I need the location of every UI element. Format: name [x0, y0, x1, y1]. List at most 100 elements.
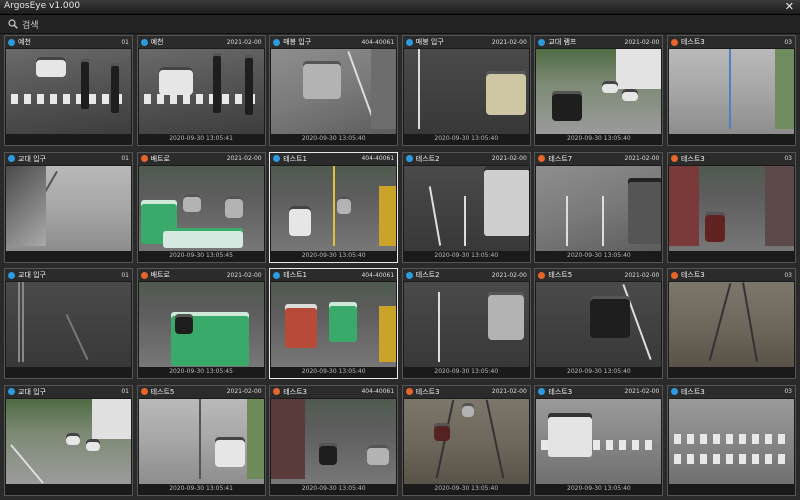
camera-timestamp: 2020-09-30 13:05:40: [567, 135, 631, 142]
camera-tile[interactable]: 테스트1 404-40061 2020-09-30 13:05:40: [269, 151, 399, 263]
camera-name: 테스트3: [548, 387, 573, 396]
camera-tile[interactable]: 테스트1 404-40061 2020-09-30 13:05:40: [269, 268, 399, 380]
camera-header: 테스트5 2021-02-00: [137, 385, 265, 398]
camera-id: 01: [121, 38, 129, 46]
camera-id: 404-40061: [361, 38, 395, 46]
camera-header: 예천 2021-02-00: [137, 36, 265, 48]
camera-timestamp: 2020-09-30 13:05:40: [567, 368, 631, 376]
search-button[interactable]: 검색: [8, 17, 39, 31]
camera-feed: [271, 49, 397, 134]
camera-id: 2021-02-00: [624, 155, 660, 163]
status-dot: [273, 38, 281, 46]
camera-name: 매봉 입구: [283, 38, 312, 46]
camera-feed: [668, 282, 794, 368]
camera-tile[interactable]: 테스트7 2021-02-00 2020-09-30 13:05:40: [534, 151, 664, 263]
camera-tile[interactable]: 테스트3 03: [666, 35, 796, 146]
status-dot: [538, 38, 546, 46]
camera-id: 2021-02-00: [491, 271, 527, 279]
camera-feed: [536, 165, 662, 251]
camera-tile[interactable]: 예천 01: [4, 35, 133, 146]
camera-grid: 예천 01 예천 2021-02-00 2020-09-30 13:05:41 매봉…: [4, 35, 796, 496]
camera-name: 테스트3: [680, 154, 705, 163]
camera-feed: [138, 165, 264, 251]
camera-tile[interactable]: 교대 입구 01: [4, 384, 133, 496]
camera-name: 교대 입구: [18, 387, 46, 396]
status-dot: [273, 155, 281, 163]
camera-timestamp: 2020-09-30 13:05:41: [169, 484, 233, 492]
camera-header: 테스트3 03: [667, 269, 795, 282]
camera-name: 예천: [150, 38, 164, 46]
camera-timestamp: 2020-09-30 13:05:40: [567, 251, 631, 259]
status-dot: [140, 38, 148, 46]
status-dot: [670, 388, 678, 396]
camera-header: 테스트7 2021-02-00: [535, 152, 663, 165]
camera-name: 테스트3: [680, 271, 705, 280]
camera-header: 테스트3 2021-02-00: [535, 385, 663, 398]
status-dot: [140, 271, 148, 279]
camera-tile[interactable]: 테스트2 2021-02-00 2020-09-30 13:05:40: [401, 151, 531, 263]
camera-feed: [271, 282, 397, 368]
camera-tile[interactable]: 테스트3 03: [666, 384, 796, 496]
camera-tile[interactable]: 교대 입구 01: [4, 151, 133, 263]
camera-id: 2021-02-00: [624, 388, 660, 396]
camera-tile[interactable]: 테스트3 2021-02-00 2020-09-30 13:05:40: [401, 384, 531, 496]
camera-name: 테스트5: [548, 271, 573, 280]
close-icon[interactable]: ✕: [785, 0, 794, 13]
camera-tile[interactable]: 매봉 입구 2021-02-00 2020-09-30 13:05:40: [401, 35, 531, 146]
camera-feed: [6, 165, 131, 251]
camera-tile[interactable]: 매봉 입구 404-40061 2020-09-30 13:05:40: [269, 35, 399, 146]
camera-id: 2021-02-00: [226, 388, 262, 396]
camera-name: 테스트7: [548, 154, 573, 163]
camera-name: 테스트5: [150, 387, 175, 396]
camera-header: 배트로 2021-02-00: [137, 269, 265, 282]
camera-name: 테스트2: [415, 154, 440, 163]
camera-timestamp: [5, 368, 132, 377]
status-dot: [8, 388, 15, 396]
camera-feed: [138, 49, 264, 134]
camera-feed: [668, 165, 794, 251]
camera-header: 테스트3 404-40061: [270, 385, 398, 398]
camera-header: 테스트2 2021-02-00: [402, 152, 530, 165]
camera-id: 404-40061: [361, 271, 395, 279]
camera-tile[interactable]: 교대 입구 01: [4, 268, 133, 380]
camera-header: 예천 01: [5, 36, 132, 48]
camera-tile[interactable]: 테스트5 2021-02-00 2020-09-30 13:05:40: [534, 268, 664, 380]
status-dot: [405, 271, 413, 279]
camera-name: 교대 입구: [18, 154, 46, 163]
camera-timestamp: 2020-09-30 13:05:45: [169, 251, 233, 259]
camera-timestamp: [668, 485, 795, 494]
camera-timestamp: 2020-09-30 13:05:45: [169, 368, 233, 376]
camera-timestamp: 2020-09-30 13:05:41: [169, 135, 233, 142]
camera-header: 교대 램프 2021-02-00: [535, 36, 663, 48]
camera-feed: [668, 49, 794, 134]
camera-id: 2021-02-00: [226, 271, 262, 279]
camera-feed: [403, 49, 529, 134]
status-dot: [273, 388, 281, 396]
status-dot: [140, 388, 148, 396]
camera-id: 2021-02-00: [226, 38, 262, 46]
status-dot: [538, 271, 546, 279]
camera-tile[interactable]: 교대 램프 2021-02-00 2020-09-30 13:05:40: [534, 35, 664, 146]
camera-tile[interactable]: 테스트3 404-40061 2020-09-30 13:05:40: [269, 384, 399, 496]
camera-name: 테스트3: [680, 38, 705, 46]
camera-header: 테스트1 404-40061: [270, 152, 398, 165]
camera-timestamp: 2020-09-30 13:05:40: [434, 368, 499, 376]
camera-tile[interactable]: 테스트3 03: [666, 151, 796, 263]
camera-timestamp: 2020-09-30 13:05:40: [301, 484, 366, 492]
camera-feed: [536, 282, 662, 368]
camera-tile[interactable]: 배트로 2021-02-00 2020-09-30 13:05:45: [136, 268, 266, 380]
camera-header: 테스트3 03: [667, 152, 795, 165]
status-dot: [538, 388, 546, 396]
camera-id: 2021-02-00: [624, 271, 660, 279]
camera-tile[interactable]: 테스트3 2021-02-00 2020-09-30 13:05:40: [534, 384, 664, 496]
camera-id: 03: [784, 38, 792, 46]
camera-tile[interactable]: 테스트2 2021-02-00 2020-09-30 13:05:40: [401, 268, 531, 380]
camera-name: 교대 입구: [18, 271, 46, 280]
camera-header: 교대 입구 01: [5, 152, 132, 165]
camera-tile[interactable]: 테스트5 2021-02-00 2020-09-30 13:05:41: [136, 384, 266, 496]
camera-tile[interactable]: 예천 2021-02-00 2020-09-30 13:05:41: [136, 35, 266, 146]
camera-tile[interactable]: 테스트3 03: [666, 268, 796, 380]
camera-tile[interactable]: 배트로 2021-02-00 2020-09-30 13:05:45: [136, 151, 266, 263]
status-dot: [273, 271, 281, 279]
app-title: ArgosEye v1.000: [4, 1, 81, 11]
